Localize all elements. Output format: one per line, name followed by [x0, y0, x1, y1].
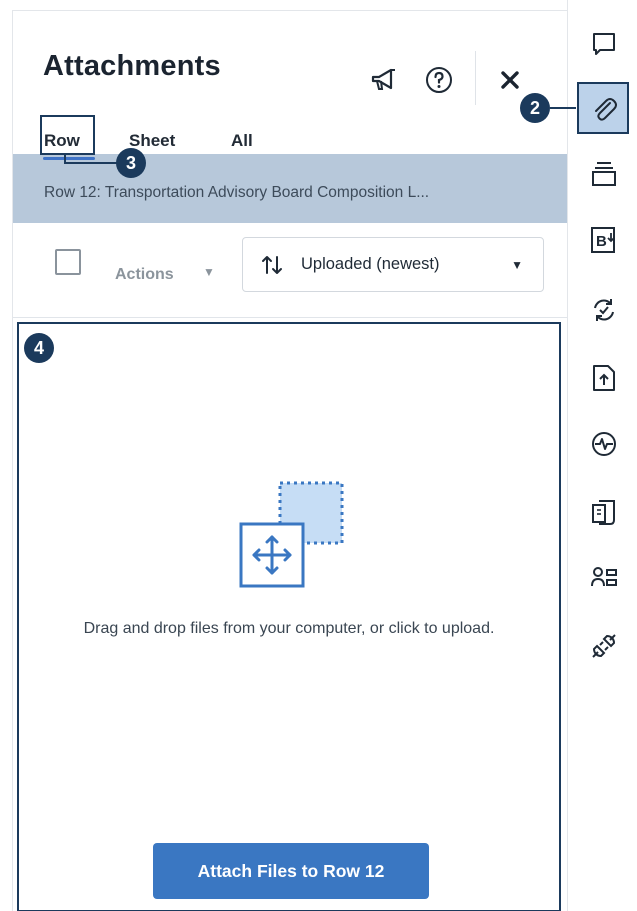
divider: [13, 317, 568, 318]
chevron-down-icon: ▼: [511, 258, 523, 272]
active-tab-indicator: [43, 157, 95, 160]
callout-badge-2: 2: [520, 93, 550, 123]
row-banner-text: Row 12: Transportation Advisory Board Co…: [44, 184, 430, 201]
select-all-checkbox[interactable]: [55, 249, 81, 275]
document-copy-icon[interactable]: [590, 498, 618, 526]
connector-plug-icon[interactable]: [590, 632, 618, 660]
attachments-panel: Attachments Row 12: Transportation Advis…: [12, 10, 568, 911]
megaphone-icon[interactable]: [367, 63, 401, 97]
header-divider: [475, 51, 476, 105]
file-upload-icon[interactable]: [590, 364, 618, 392]
sort-label: Uploaded (newest): [301, 255, 440, 273]
callout-badge-4: 4: [24, 333, 54, 363]
callout-connector: [550, 107, 576, 109]
svg-text:B: B: [596, 233, 607, 250]
file-dropzone[interactable]: Drag and drop files from your computer, …: [17, 322, 561, 911]
close-icon[interactable]: [493, 63, 527, 97]
bold-download-icon[interactable]: B: [590, 226, 618, 254]
row-banner: Row 12: Transportation Advisory Board Co…: [13, 154, 568, 223]
dropzone-instruction: Drag and drop files from your computer, …: [83, 620, 495, 637]
attach-files-button[interactable]: Attach Files to Row 12: [153, 843, 429, 899]
activity-icon[interactable]: [590, 430, 618, 458]
comment-icon[interactable]: [590, 30, 618, 58]
attachments-rail-button[interactable]: [577, 82, 629, 134]
sort-dropdown[interactable]: Uploaded (newest) ▼: [242, 237, 544, 292]
actions-menu[interactable]: Actions: [115, 266, 174, 284]
sort-arrows-icon: [260, 253, 286, 282]
refresh-icon[interactable]: [590, 296, 618, 324]
drag-drop-icon: [239, 481, 344, 588]
tab-all[interactable]: All: [231, 131, 253, 151]
callout-connector: [64, 162, 118, 164]
row-tab-callout-box: [40, 115, 95, 155]
attachment-icon: [595, 98, 617, 121]
contact-list-icon[interactable]: [590, 564, 618, 592]
card-stack-icon[interactable]: [590, 160, 618, 188]
right-rail: B: [567, 0, 637, 911]
actions-caret-icon[interactable]: ▼: [203, 265, 215, 279]
help-icon[interactable]: [422, 63, 456, 97]
panel-title: Attachments: [43, 50, 221, 82]
callout-badge-3: 3: [116, 148, 146, 178]
